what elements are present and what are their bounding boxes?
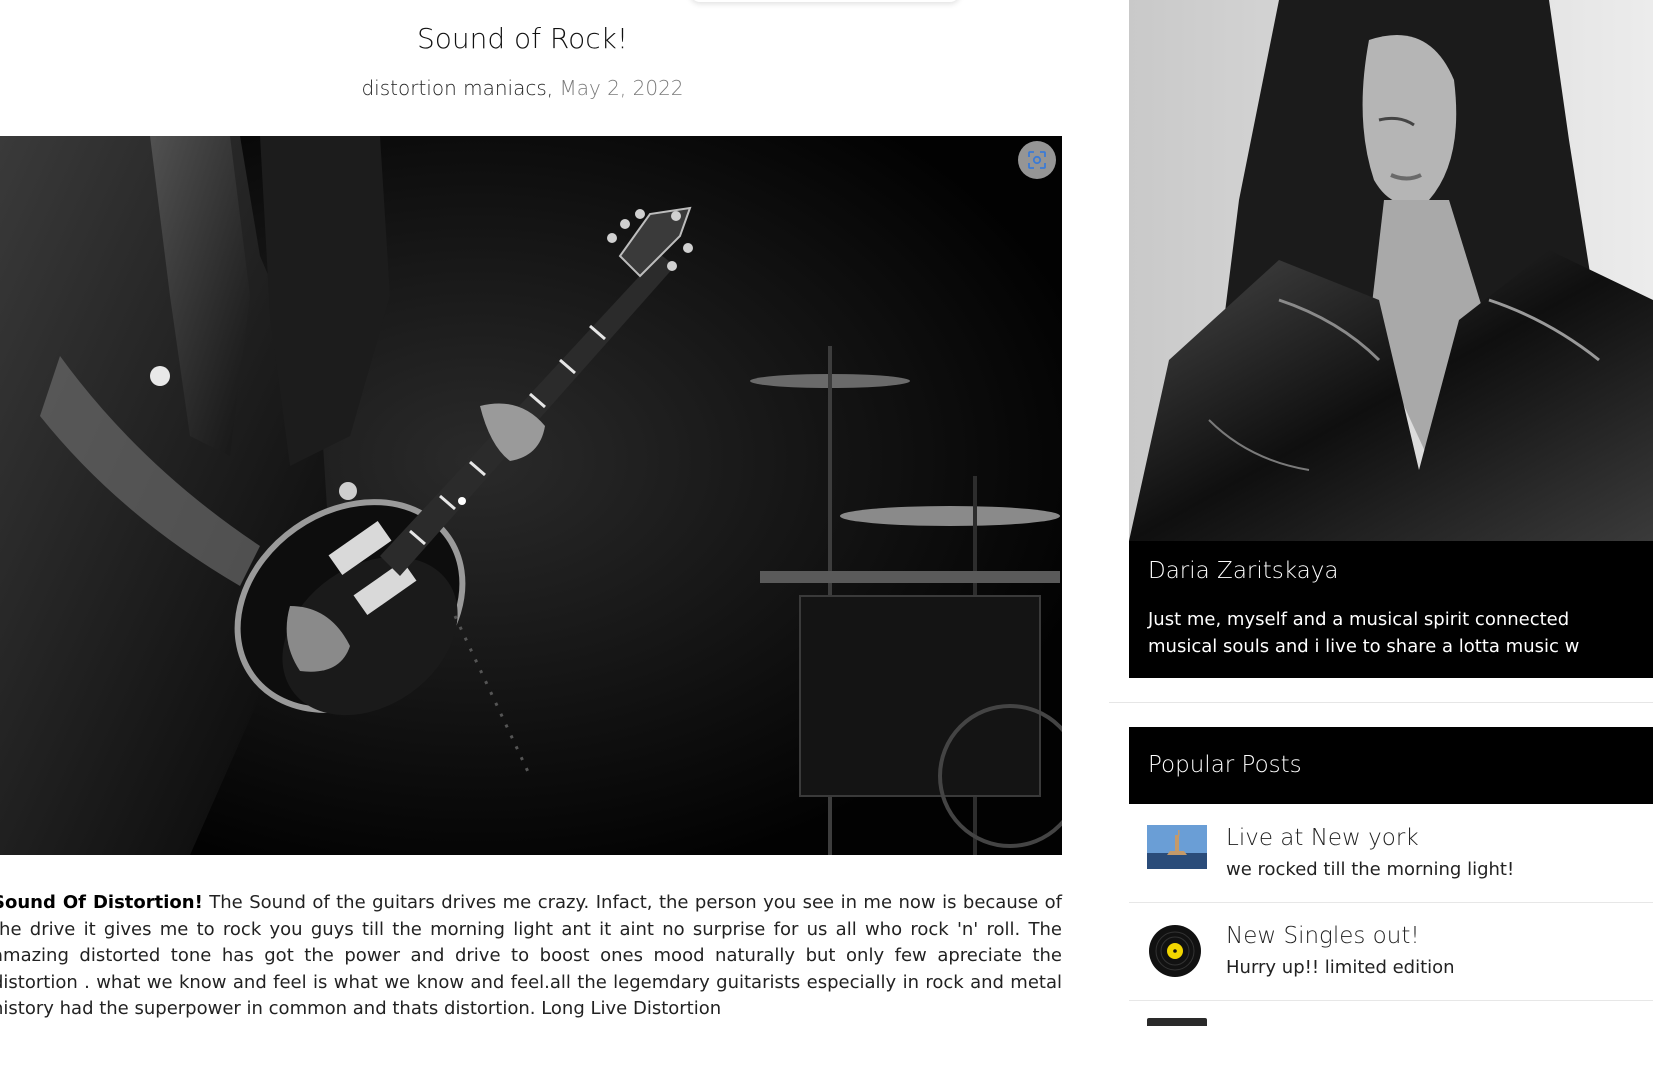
popular-post-subtitle: Hurry up!! limited edition [1226, 957, 1455, 978]
vinyl-record-icon [1149, 925, 1201, 977]
popular-post-item[interactable]: Live at New york we rocked till the morn… [1129, 805, 1653, 903]
profile-bio-line-2: musical souls and i live to share a lott… [1148, 636, 1580, 657]
popular-post-subtitle: we rocked till the morning light! [1226, 859, 1515, 880]
visual-search-icon [1028, 151, 1046, 169]
sidebar-divider [1109, 702, 1653, 703]
post-body-lead: Sound Of Distortion! [0, 892, 203, 913]
guitarist-photo [0, 136, 1062, 855]
popular-post-thumbnail-partial [1147, 1018, 1207, 1026]
post-author[interactable]: distortion maniacs, [361, 76, 553, 100]
profile-bio: Just me, myself and a musical spirit con… [1148, 606, 1653, 660]
profile-bio-line-1: Just me, myself and a musical spirit con… [1148, 609, 1570, 630]
profile-name: Daria Zaritskaya [1148, 558, 1339, 584]
visual-search-button[interactable] [1018, 141, 1056, 179]
popular-post-title[interactable]: Live at New york [1226, 825, 1419, 851]
popular-posts-header: Popular Posts [1129, 727, 1653, 804]
profile-photo [1129, 0, 1653, 541]
post-meta: distortion maniacs, May 2, 2022 [0, 76, 1045, 100]
post-date: May 2, 2022 [559, 76, 684, 100]
post-body: Sound Of Distortion! The Sound of the gu… [0, 890, 1062, 1023]
popular-posts-title: Popular Posts [1148, 752, 1302, 778]
post-title: Sound of Rock! [416, 22, 629, 55]
popular-post-title[interactable]: New Singles out! [1226, 923, 1420, 949]
popular-post-item[interactable]: New Singles out! Hurry up!! limited edit… [1129, 903, 1653, 1001]
statue-of-liberty-thumbnail [1147, 825, 1207, 869]
blog-post: Sound of Rock! distortion maniacs, May 2… [0, 0, 1062, 1080]
post-hero-image[interactable] [0, 136, 1062, 855]
author-profile-card: Daria Zaritskaya Just me, myself and a m… [1129, 0, 1653, 678]
